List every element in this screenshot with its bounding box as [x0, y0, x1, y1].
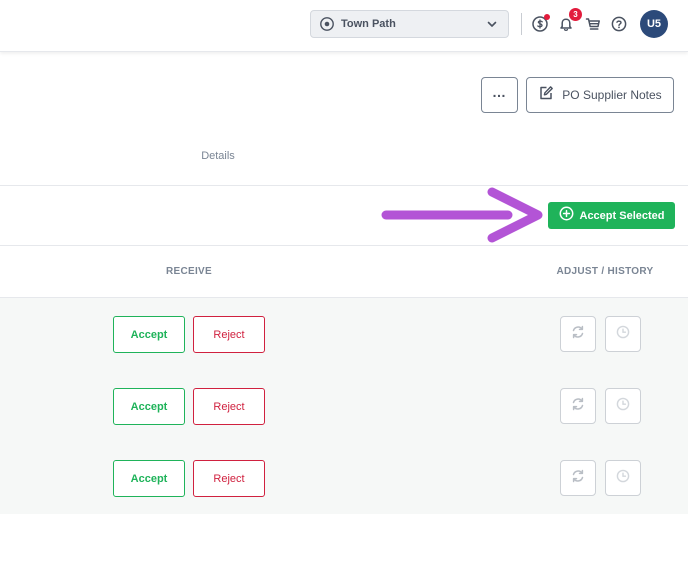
divider [0, 185, 688, 186]
more-icon: … [492, 84, 507, 100]
reject-button[interactable]: Reject [193, 316, 265, 353]
edit-icon [538, 85, 554, 106]
accept-button[interactable]: Accept [113, 460, 185, 497]
avatar[interactable]: U5 [640, 10, 668, 38]
history-button[interactable] [605, 388, 641, 424]
table-row: Accept Reject [0, 298, 688, 370]
column-header-adjust-history: ADJUST / HISTORY [556, 266, 654, 277]
refresh-icon [570, 324, 586, 345]
accept-selected-button[interactable]: Accept Selected [548, 202, 675, 229]
history-button[interactable] [605, 316, 641, 352]
accept-button[interactable]: Accept [113, 388, 185, 425]
divider [521, 13, 522, 35]
history-button[interactable] [605, 460, 641, 496]
chevron-down-icon [484, 16, 500, 32]
clock-icon [615, 324, 631, 345]
more-button[interactable]: … [481, 77, 518, 113]
table-row: Accept Reject [0, 442, 688, 514]
cash-alert-dot [544, 14, 550, 20]
top-bar: Town Path 3 U5 [0, 0, 688, 52]
notification-badge: 3 [569, 8, 582, 21]
adjust-button[interactable] [560, 388, 596, 424]
clock-icon [615, 396, 631, 417]
refresh-icon [570, 396, 586, 417]
location-value: Town Path [341, 18, 396, 30]
po-supplier-notes-label: PO Supplier Notes [562, 88, 662, 102]
reject-button[interactable]: Reject [193, 460, 265, 497]
accept-selected-label: Accept Selected [579, 209, 665, 222]
po-supplier-notes-button[interactable]: PO Supplier Notes [526, 77, 674, 113]
divider [0, 245, 688, 246]
adjust-button[interactable] [560, 460, 596, 496]
location-pin-icon [319, 16, 335, 32]
refresh-icon [570, 468, 586, 489]
annotation-arrow [381, 187, 543, 243]
plus-circle-icon [559, 206, 574, 226]
reject-button[interactable]: Reject [193, 388, 265, 425]
details-tab[interactable]: Details [0, 150, 436, 162]
location-select[interactable]: Town Path [310, 10, 509, 38]
table-row: Accept Reject [0, 370, 688, 442]
cart-icon[interactable] [584, 15, 602, 33]
accept-button[interactable]: Accept [113, 316, 185, 353]
help-icon[interactable] [610, 15, 628, 33]
table-body: Accept Reject Accept Reject Accept Rejec… [0, 298, 688, 514]
column-header-receive: RECEIVE [165, 266, 212, 277]
adjust-button[interactable] [560, 316, 596, 352]
clock-icon [615, 468, 631, 489]
